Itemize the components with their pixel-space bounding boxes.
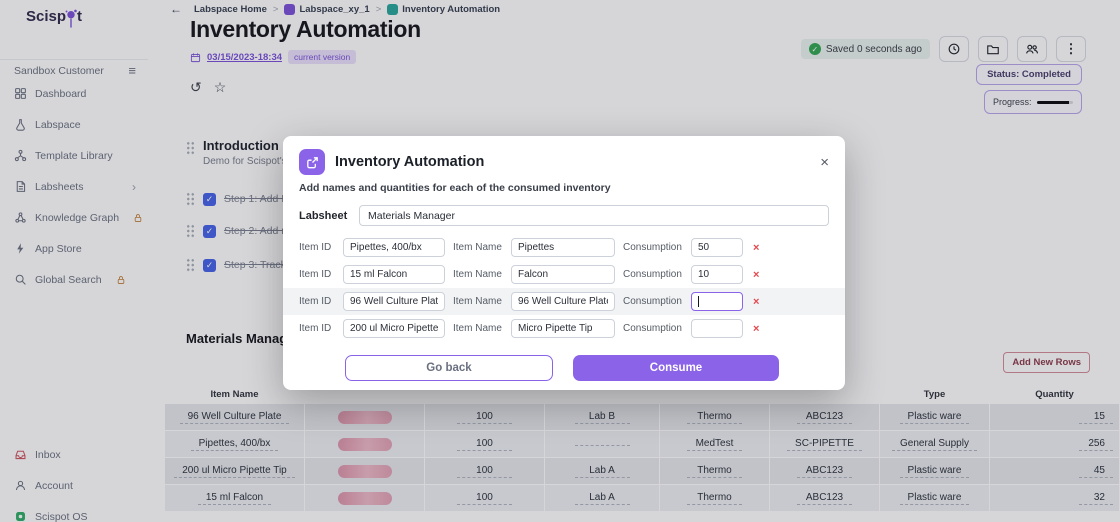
item-id-input[interactable]: [343, 238, 445, 257]
labsheet-row: Labsheet: [283, 194, 845, 234]
consumption-input-wrap: [691, 238, 743, 257]
item-id-label: Item ID: [299, 323, 332, 334]
item-name-label: Item Name: [453, 242, 502, 253]
consumption-row: Item ID Item Name Consumption ×: [283, 315, 845, 342]
modal-header: Inventory Automation ×: [283, 136, 845, 182]
item-name-input[interactable]: [511, 319, 615, 338]
item-name-input[interactable]: [511, 238, 615, 257]
item-id-input[interactable]: [343, 265, 445, 284]
item-id-input[interactable]: [343, 292, 445, 311]
consumption-label: Consumption: [623, 323, 682, 334]
item-name-label: Item Name: [453, 323, 502, 334]
consumption-label: Consumption: [623, 242, 682, 253]
consumption-input-wrap: [691, 319, 743, 338]
modal-title: Inventory Automation: [335, 154, 485, 170]
text-caret: [698, 296, 699, 307]
consumption-row: Item ID Item Name Consumption ×: [283, 234, 845, 261]
item-name-input[interactable]: [511, 292, 615, 311]
item-name-label: Item Name: [453, 269, 502, 280]
consumption-input-wrap: [691, 265, 743, 284]
consumption-input[interactable]: [691, 238, 743, 257]
consumption-label: Consumption: [623, 296, 682, 307]
consumption-row: Item ID Item Name Consumption ×: [283, 261, 845, 288]
modal-subtitle: Add names and quantities for each of the…: [299, 182, 611, 194]
remove-row-button[interactable]: ×: [753, 323, 759, 335]
labsheet-label: Labsheet: [299, 209, 348, 222]
remove-row-button[interactable]: ×: [753, 269, 759, 281]
remove-row-button[interactable]: ×: [753, 296, 759, 308]
consumption-input[interactable]: [691, 265, 743, 284]
labsheet-input[interactable]: [359, 205, 829, 226]
item-id-input[interactable]: [343, 319, 445, 338]
modal-footer: Go back Consume: [283, 342, 845, 381]
consumption-row: Item ID Item Name Consumption ×: [283, 288, 845, 315]
consumption-input-wrap: [691, 292, 743, 311]
consumption-rows: Item IDItem NameConsumption×Item IDItem …: [283, 234, 845, 342]
item-name-label: Item Name: [453, 296, 502, 307]
remove-row-button[interactable]: ×: [753, 242, 759, 254]
close-icon[interactable]: ×: [820, 154, 829, 171]
consume-button[interactable]: Consume: [573, 355, 779, 381]
consumption-label: Consumption: [623, 269, 682, 280]
item-name-input[interactable]: [511, 265, 615, 284]
item-id-label: Item ID: [299, 242, 332, 253]
consumption-input[interactable]: [691, 319, 743, 338]
go-back-button[interactable]: Go back: [345, 355, 553, 381]
inventory-automation-modal: Inventory Automation × Add names and qua…: [283, 136, 845, 390]
item-id-label: Item ID: [299, 296, 332, 307]
item-id-label: Item ID: [299, 269, 332, 280]
automation-app-icon: [299, 149, 325, 175]
